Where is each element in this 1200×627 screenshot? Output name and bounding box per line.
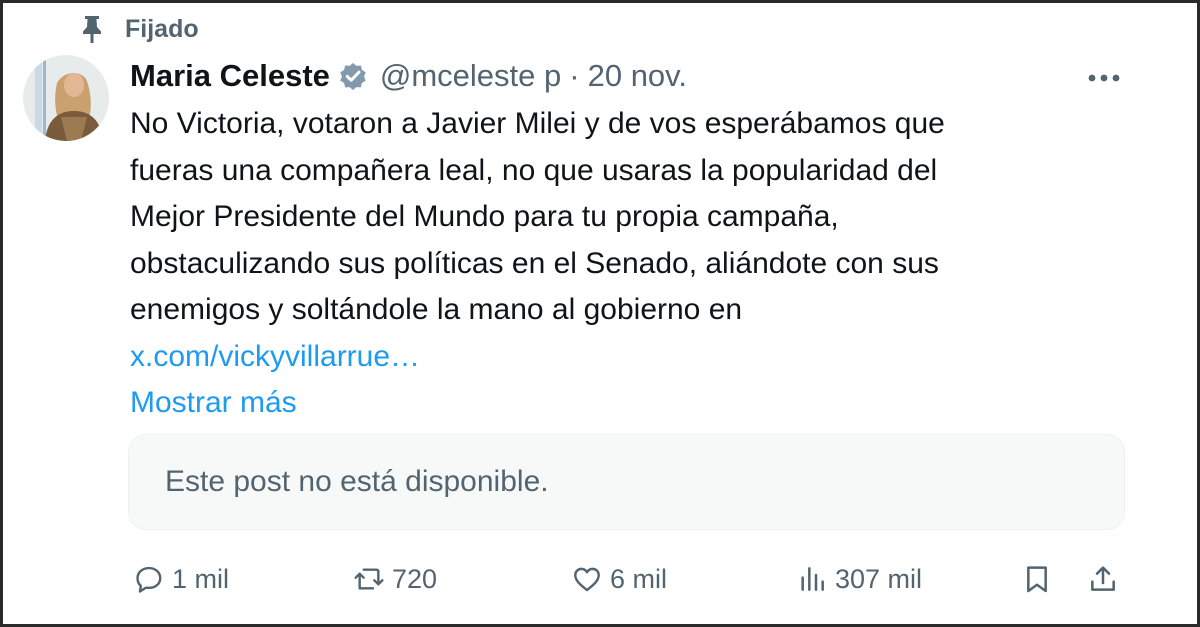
reply-icon	[136, 566, 162, 593]
like-count: 6 mil	[610, 563, 668, 594]
post-text: No Victoria, votaron a Javier Milei y de…	[130, 101, 1090, 427]
unavailable-message: Este post no está disponible.	[165, 465, 549, 498]
post-text-line: Mejor Presidente del Mundo para tu propi…	[130, 200, 839, 233]
post-text-line: enemigos y soltándole la mano al gobiern…	[130, 293, 743, 326]
views-icon	[801, 567, 824, 591]
like-icon	[574, 567, 600, 592]
like-button[interactable]: 6 mil	[571, 551, 667, 607]
more-options-button[interactable]	[1081, 61, 1127, 95]
share-button[interactable]	[1087, 551, 1119, 607]
repost-button[interactable]: 720	[353, 551, 437, 607]
avatar[interactable]	[23, 55, 109, 141]
bookmark-icon	[1027, 566, 1047, 593]
action-bar: 1 mil 720 6 mil 307 mil	[3, 551, 1200, 607]
pinned-label: Fijado	[125, 14, 199, 43]
repost-icon	[354, 568, 384, 590]
more-icon	[1088, 74, 1120, 82]
views-button[interactable]: 307 mil	[796, 551, 922, 607]
pin-icon	[83, 16, 101, 43]
post-text-line: fueras una compañera leal, no que usaras…	[130, 153, 938, 187]
verified-icon	[340, 63, 366, 90]
pinned-indicator: Fijado	[81, 9, 199, 49]
show-more-link[interactable]: Mostrar más	[130, 380, 1090, 427]
repost-count: 720	[392, 563, 438, 594]
post-text-line: obstaculizando sus políticas en el Senad…	[130, 246, 939, 280]
header-separator: ·	[569, 58, 580, 93]
reply-count: 1 mil	[172, 563, 230, 594]
quoted-post-unavailable: Este post no está disponible.	[128, 434, 1125, 530]
share-icon	[1091, 566, 1115, 591]
author-name[interactable]: Maria Celeste	[130, 58, 330, 94]
author-handle[interactable]: @mceleste p	[380, 58, 561, 94]
view-count: 307 mil	[835, 563, 923, 594]
post-date[interactable]: 20 nov.	[588, 58, 687, 94]
post-text-line: No Victoria, votaron a Javier Milei y de…	[130, 107, 945, 140]
bookmark-button[interactable]	[1021, 551, 1053, 607]
reply-button[interactable]: 1 mil	[133, 551, 229, 607]
post-link[interactable]: x.com/vickyvillarrue…	[130, 334, 1090, 381]
post-card[interactable]: Fijado Maria Celeste @mceleste p · 20 no…	[0, 0, 1200, 627]
post-header: Maria Celeste @mceleste p · 20 nov.	[130, 55, 687, 97]
